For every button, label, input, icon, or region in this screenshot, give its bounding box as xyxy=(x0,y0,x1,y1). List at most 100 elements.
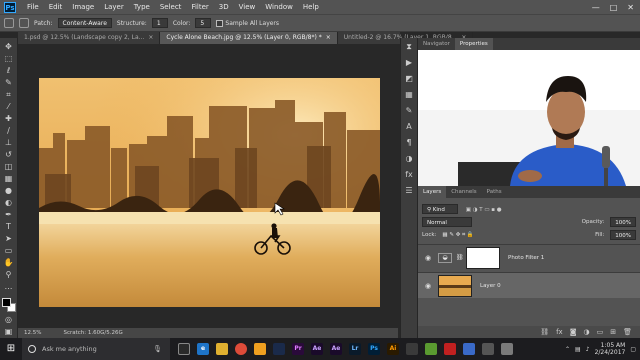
after-effects-icon[interactable]: Ae xyxy=(311,343,323,355)
brush-tool-icon[interactable]: ∕ xyxy=(4,126,14,135)
crop-tool-icon[interactable]: ⌗ xyxy=(4,90,14,99)
blur-tool-icon[interactable]: ● xyxy=(4,186,14,195)
layer-row-selected[interactable]: ◉ Layer 0 xyxy=(418,272,640,298)
layer-row[interactable]: ◉ ◒ ⛓ Photo Filter 1 xyxy=(418,244,640,270)
libraries-panel-icon[interactable]: ☰ xyxy=(404,186,414,196)
sample-all-layers[interactable]: Sample All Layers xyxy=(216,19,279,27)
stamp-tool-icon[interactable]: ⊥ xyxy=(4,138,14,147)
new-layer-icon[interactable]: ⊞ xyxy=(610,328,616,336)
brush-panel-icon[interactable]: ✎ xyxy=(404,106,414,116)
gradient-tool-icon[interactable]: ▦ xyxy=(4,174,14,183)
menu-file[interactable]: File xyxy=(22,3,44,11)
character-panel-icon[interactable]: A xyxy=(404,122,414,132)
styles-panel-icon[interactable]: fx xyxy=(404,170,414,180)
eye-icon[interactable]: ◉ xyxy=(422,254,434,262)
layer-mask-thumbnail[interactable] xyxy=(466,246,500,269)
canvas-area[interactable] xyxy=(18,44,398,328)
lightroom-icon[interactable]: Lr xyxy=(349,343,361,355)
screen-mode-icon[interactable]: ▣ xyxy=(4,327,14,336)
pen-tool-icon[interactable]: ✒ xyxy=(4,210,14,219)
swatches-panel-icon[interactable]: ▦ xyxy=(404,90,414,100)
zoom-level[interactable]: 12.5% xyxy=(24,330,41,336)
foreground-color[interactable] xyxy=(1,298,11,307)
color-select[interactable]: 5 xyxy=(195,18,212,28)
clock[interactable]: 1:05 AM 2/24/2017 xyxy=(595,342,626,356)
document-canvas[interactable] xyxy=(39,78,380,307)
menu-type[interactable]: Type xyxy=(129,3,155,11)
app-icon-2[interactable] xyxy=(425,343,437,355)
tab-properties[interactable]: Properties xyxy=(454,38,493,50)
path-select-tool-icon[interactable]: ➤ xyxy=(4,234,14,243)
menu-window[interactable]: Window xyxy=(260,3,298,11)
app-icon-1[interactable] xyxy=(406,343,418,355)
add-mask-icon[interactable]: ◙ xyxy=(570,328,577,336)
illustrator-icon[interactable]: Ai xyxy=(387,343,399,355)
photoshop-taskbar-icon[interactable]: Ps xyxy=(368,343,380,355)
adjustments-panel-icon[interactable]: ◑ xyxy=(404,154,414,164)
opacity-input[interactable]: 100% xyxy=(610,217,636,227)
selection-mode-icon[interactable] xyxy=(19,18,29,28)
menu-select[interactable]: Select xyxy=(155,3,187,11)
menu-image[interactable]: Image xyxy=(67,3,99,11)
healing-tool-icon[interactable]: ✚ xyxy=(4,114,14,123)
eyedropper-tool-icon[interactable]: ⁄ xyxy=(4,102,14,111)
shape-tool-icon[interactable]: ▭ xyxy=(4,246,14,255)
delete-layer-icon[interactable]: 🗑 xyxy=(623,328,632,336)
new-adjustment-icon[interactable]: ◑ xyxy=(584,328,590,336)
tray-expand-icon[interactable]: ⌃ xyxy=(565,346,570,353)
notifications-icon[interactable]: ▢ xyxy=(630,346,636,353)
link-layers-icon[interactable]: ⛓ xyxy=(540,328,549,336)
filter-type-icons[interactable]: ▣ ◑ T ▭ ▪ ● xyxy=(466,207,502,213)
chrome-icon[interactable] xyxy=(235,343,247,355)
menu-3d[interactable]: 3D xyxy=(214,3,234,11)
layer-thumbnail[interactable] xyxy=(438,274,472,297)
app-icon-4[interactable] xyxy=(463,343,475,355)
premiere-icon[interactable]: Pr xyxy=(292,343,304,355)
marquee-tool-icon[interactable]: ⬚ xyxy=(4,54,14,63)
cortana-search[interactable]: Ask me anything 🎙 xyxy=(22,338,170,360)
sample-all-checkbox[interactable] xyxy=(216,19,224,27)
volume-icon[interactable]: ♪ xyxy=(586,346,590,353)
file-explorer-icon[interactable] xyxy=(216,343,228,355)
maximize-button[interactable]: □ xyxy=(610,3,618,12)
tab-navigator[interactable]: Navigator xyxy=(418,38,455,50)
actions-panel-icon[interactable]: ▶ xyxy=(404,58,414,68)
type-tool-icon[interactable]: T xyxy=(4,222,14,231)
app-icon-5[interactable] xyxy=(482,343,494,355)
vlc-icon[interactable] xyxy=(254,343,266,355)
more-tools-icon[interactable]: … xyxy=(4,282,14,291)
edge-icon[interactable]: e xyxy=(197,343,209,355)
layer-kind-filter[interactable]: ⚲ Kind xyxy=(422,204,458,214)
color-swatches[interactable] xyxy=(1,298,16,312)
quick-mask-icon[interactable]: ◎ xyxy=(4,315,14,324)
tab-paths[interactable]: Paths xyxy=(482,186,507,198)
files-icon[interactable] xyxy=(273,343,285,355)
menu-edit[interactable]: Edit xyxy=(44,3,68,11)
color-panel-icon[interactable]: ◩ xyxy=(404,74,414,84)
start-button[interactable]: ⊞ xyxy=(0,338,22,360)
structure-select[interactable]: 1 xyxy=(151,18,168,28)
menu-filter[interactable]: Filter xyxy=(186,3,213,11)
tab-channels[interactable]: Channels xyxy=(446,186,481,198)
patch-select[interactable]: Content-Aware xyxy=(57,18,112,28)
lock-icons[interactable]: ▦ ✎ ✥ ⌗ 🔒 xyxy=(442,232,473,239)
task-view-icon[interactable] xyxy=(178,343,190,355)
history-brush-icon[interactable]: ↺ xyxy=(4,150,14,159)
tab-document-1[interactable]: 1.psd @ 12.5% (Landscape copy 2, La... × xyxy=(18,32,161,44)
zoom-tool-icon[interactable]: ⚲ xyxy=(4,270,14,279)
menu-view[interactable]: View xyxy=(234,3,261,11)
close-icon[interactable]: × xyxy=(326,34,331,41)
close-icon[interactable]: × xyxy=(148,34,153,41)
minimize-button[interactable]: — xyxy=(592,3,600,12)
quick-select-tool-icon[interactable]: ✎ xyxy=(4,78,14,87)
microphone-icon[interactable]: 🎙 xyxy=(153,345,162,353)
hand-tool-icon[interactable]: ✋ xyxy=(4,258,14,267)
tab-document-active[interactable]: Cycle Alone Beach.jpg @ 12.5% (Layer 0, … xyxy=(160,32,338,44)
history-panel-icon[interactable]: ⧗ xyxy=(404,42,414,52)
lasso-tool-icon[interactable]: ℓ xyxy=(4,66,14,75)
new-group-icon[interactable]: ▭ xyxy=(597,328,604,336)
dodge-tool-icon[interactable]: ◐ xyxy=(4,198,14,207)
eye-icon[interactable]: ◉ xyxy=(422,282,434,290)
tab-layers[interactable]: Layers xyxy=(418,186,447,198)
patch-tool-icon[interactable] xyxy=(4,18,14,28)
